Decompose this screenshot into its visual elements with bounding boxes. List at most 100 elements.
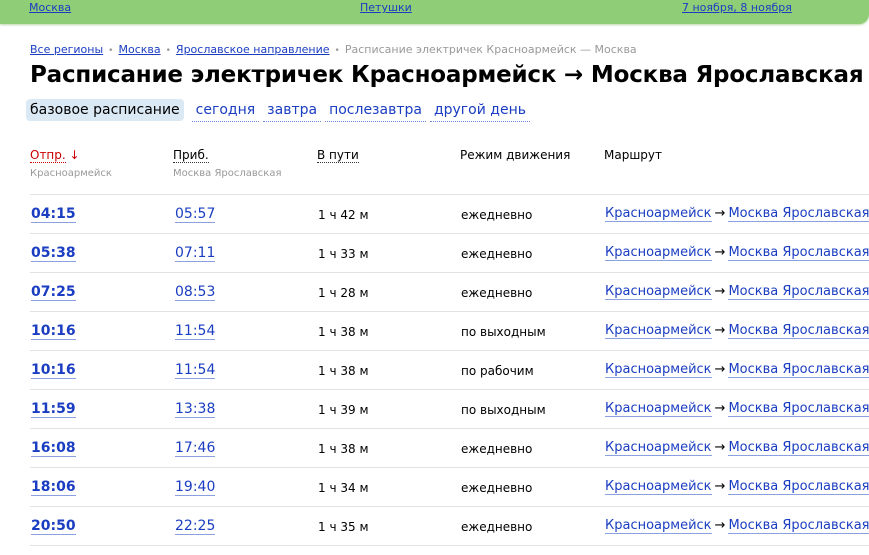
tab-other-day[interactable]: другой день: [429, 99, 530, 122]
column-header-duration[interactable]: В пути: [317, 148, 359, 163]
route-destination-link[interactable]: Москва Ярославская: [728, 401, 869, 417]
departure-time-link[interactable]: 16:08: [31, 440, 76, 457]
route-destination-link[interactable]: Москва Ярославская: [728, 362, 869, 378]
operating-mode: ежедневно: [461, 286, 533, 300]
route-arrow-icon: →: [714, 362, 726, 377]
route-arrow-icon: →: [714, 323, 726, 338]
departure-time-link[interactable]: 20:50: [31, 518, 76, 535]
travel-duration: 1 ч 28 м: [318, 286, 369, 300]
route-arrow-icon: →: [714, 284, 726, 299]
route: Красноармейск → Москва Ярославская: [605, 323, 869, 339]
topbar-link-petushki[interactable]: Петушки: [360, 1, 412, 14]
arrival-time-link[interactable]: 11:54: [175, 323, 216, 340]
route-destination-link[interactable]: Москва Ярославская: [728, 440, 869, 456]
route: Красноармейск → Москва Ярославская: [605, 479, 869, 495]
day-tabs: базовое расписание сегодня завтра послезавт…: [26, 99, 534, 122]
breadcrumb-moscow[interactable]: Москва: [118, 43, 160, 56]
breadcrumb-current: Расписание электричек Красноармейск — Мо…: [344, 43, 637, 56]
tab-base-schedule[interactable]: базовое расписание: [26, 99, 184, 121]
travel-duration: 1 ч 42 м: [318, 208, 369, 222]
route-origin-link[interactable]: Красноармейск: [605, 518, 712, 534]
arrival-sort-label[interactable]: Приб.: [173, 148, 209, 163]
route: Красноармейск → Москва Ярославская: [605, 362, 869, 378]
operating-mode: по выходным: [461, 403, 546, 417]
route-origin-link[interactable]: Красноармейск: [605, 245, 712, 261]
breadcrumb: Все регионы • Москва • Ярославское направлен…: [30, 43, 637, 56]
route-arrow-icon: →: [714, 206, 726, 221]
travel-duration: 1 ч 33 м: [318, 247, 369, 261]
route-origin-link[interactable]: Красноармейск: [605, 284, 712, 300]
route-arrow-icon: →: [714, 401, 726, 416]
route: Красноармейск → Москва Ярославская: [605, 245, 869, 261]
route-arrow-icon: →: [714, 245, 726, 260]
arrival-time-link[interactable]: 11:54: [175, 362, 216, 379]
tab-day-after-tomorrow[interactable]: послезавтра: [325, 99, 426, 122]
travel-duration: 1 ч 38 м: [318, 325, 369, 339]
breadcrumb-separator: •: [165, 46, 171, 56]
breadcrumb-separator: •: [108, 46, 114, 56]
tab-today[interactable]: сегодня: [191, 99, 260, 122]
operating-mode: ежедневно: [461, 442, 533, 456]
top-navigation-bar: Москва Петушки 7 ноября, 8 ноября: [0, 0, 869, 24]
table-row: 16:08 17:46 1 ч 38 м ежедневно Красноармейск…: [30, 429, 869, 468]
departure-time-link[interactable]: 10:16: [31, 362, 76, 379]
table-row: 20:50 22:25 1 ч 35 м ежедневно Красноармейск…: [30, 507, 869, 546]
route-origin-link[interactable]: Красноармейск: [605, 401, 712, 417]
departure-sort-label[interactable]: Отпр.: [30, 148, 66, 163]
departure-time-link[interactable]: 11:59: [31, 401, 76, 418]
breadcrumb-all-regions[interactable]: Все регионы: [30, 43, 103, 56]
table-row: 05:38 07:11 1 ч 33 м ежедневно Красноармейск…: [30, 234, 869, 273]
breadcrumb-yaroslavl-direction[interactable]: Ярославское направление: [176, 43, 330, 56]
operating-mode: ежедневно: [461, 208, 533, 222]
route-destination-link[interactable]: Москва Ярославская: [728, 323, 869, 339]
operating-mode: ежедневно: [461, 247, 533, 261]
sort-down-arrow-icon: ↓: [69, 148, 80, 162]
travel-duration: 1 ч 35 м: [318, 520, 369, 534]
table-row: 11:59 13:38 1 ч 39 м по выходным Красноармей…: [30, 390, 869, 429]
arrival-time-link[interactable]: 22:25: [175, 518, 216, 535]
arrival-time-link[interactable]: 13:38: [175, 401, 216, 418]
departure-time-link[interactable]: 05:38: [31, 245, 76, 262]
schedule-table: 04:15 05:57 1 ч 42 м ежедневно Красноармейск…: [30, 195, 869, 546]
tab-tomorrow[interactable]: завтра: [263, 99, 322, 122]
table-row: 18:06 19:40 1 ч 34 м ежедневно Красноармейск…: [30, 468, 869, 507]
route-destination-link[interactable]: Москва Ярославская: [728, 518, 869, 534]
route-destination-link[interactable]: Москва Ярославская: [728, 479, 869, 495]
duration-sort-label[interactable]: В пути: [317, 148, 359, 163]
column-header-arrival[interactable]: Приб. Москва Ярославская: [173, 148, 282, 179]
arrival-time-link[interactable]: 17:46: [175, 440, 216, 457]
route-origin-link[interactable]: Красноармейск: [605, 479, 712, 495]
travel-duration: 1 ч 39 м: [318, 403, 369, 417]
arrival-time-link[interactable]: 08:53: [175, 284, 216, 301]
route-arrow-icon: →: [714, 518, 726, 533]
operating-mode: ежедневно: [461, 481, 533, 495]
route: Красноармейск → Москва Ярославская: [605, 440, 869, 456]
route: Красноармейск → Москва Ярославская: [605, 401, 869, 417]
column-header-mode: Режим движения: [460, 148, 570, 162]
mode-label: Режим движения: [460, 148, 571, 162]
travel-duration: 1 ч 38 м: [318, 442, 369, 456]
route-label: Маршрут: [604, 148, 663, 162]
departure-time-link[interactable]: 18:06: [31, 479, 76, 496]
column-header-route: Маршрут: [604, 148, 662, 162]
operating-mode: по выходным: [461, 325, 546, 339]
route-origin-link[interactable]: Красноармейск: [605, 362, 712, 378]
route-destination-link[interactable]: Москва Ярославская: [728, 245, 869, 261]
breadcrumb-separator: •: [334, 46, 340, 56]
route-origin-link[interactable]: Красноармейск: [605, 206, 712, 222]
arrival-time-link[interactable]: 05:57: [175, 206, 216, 223]
route-arrow-icon: →: [714, 479, 726, 494]
departure-time-link[interactable]: 04:15: [31, 206, 76, 223]
route-arrow-icon: →: [714, 440, 726, 455]
departure-time-link[interactable]: 07:25: [31, 284, 76, 301]
route-origin-link[interactable]: Красноармейск: [605, 323, 712, 339]
route-destination-link[interactable]: Москва Ярославская: [728, 206, 869, 222]
route-origin-link[interactable]: Красноармейск: [605, 440, 712, 456]
arrival-time-link[interactable]: 19:40: [175, 479, 216, 496]
column-header-departure[interactable]: Отпр. ↓ Красноармейск: [30, 148, 112, 179]
arrival-time-link[interactable]: 07:11: [175, 245, 216, 262]
route-destination-link[interactable]: Москва Ярославская: [728, 284, 869, 300]
departure-time-link[interactable]: 10:16: [31, 323, 76, 340]
topbar-link-dates[interactable]: 7 ноября, 8 ноября: [682, 1, 792, 14]
topbar-link-moscow[interactable]: Москва: [29, 1, 71, 14]
